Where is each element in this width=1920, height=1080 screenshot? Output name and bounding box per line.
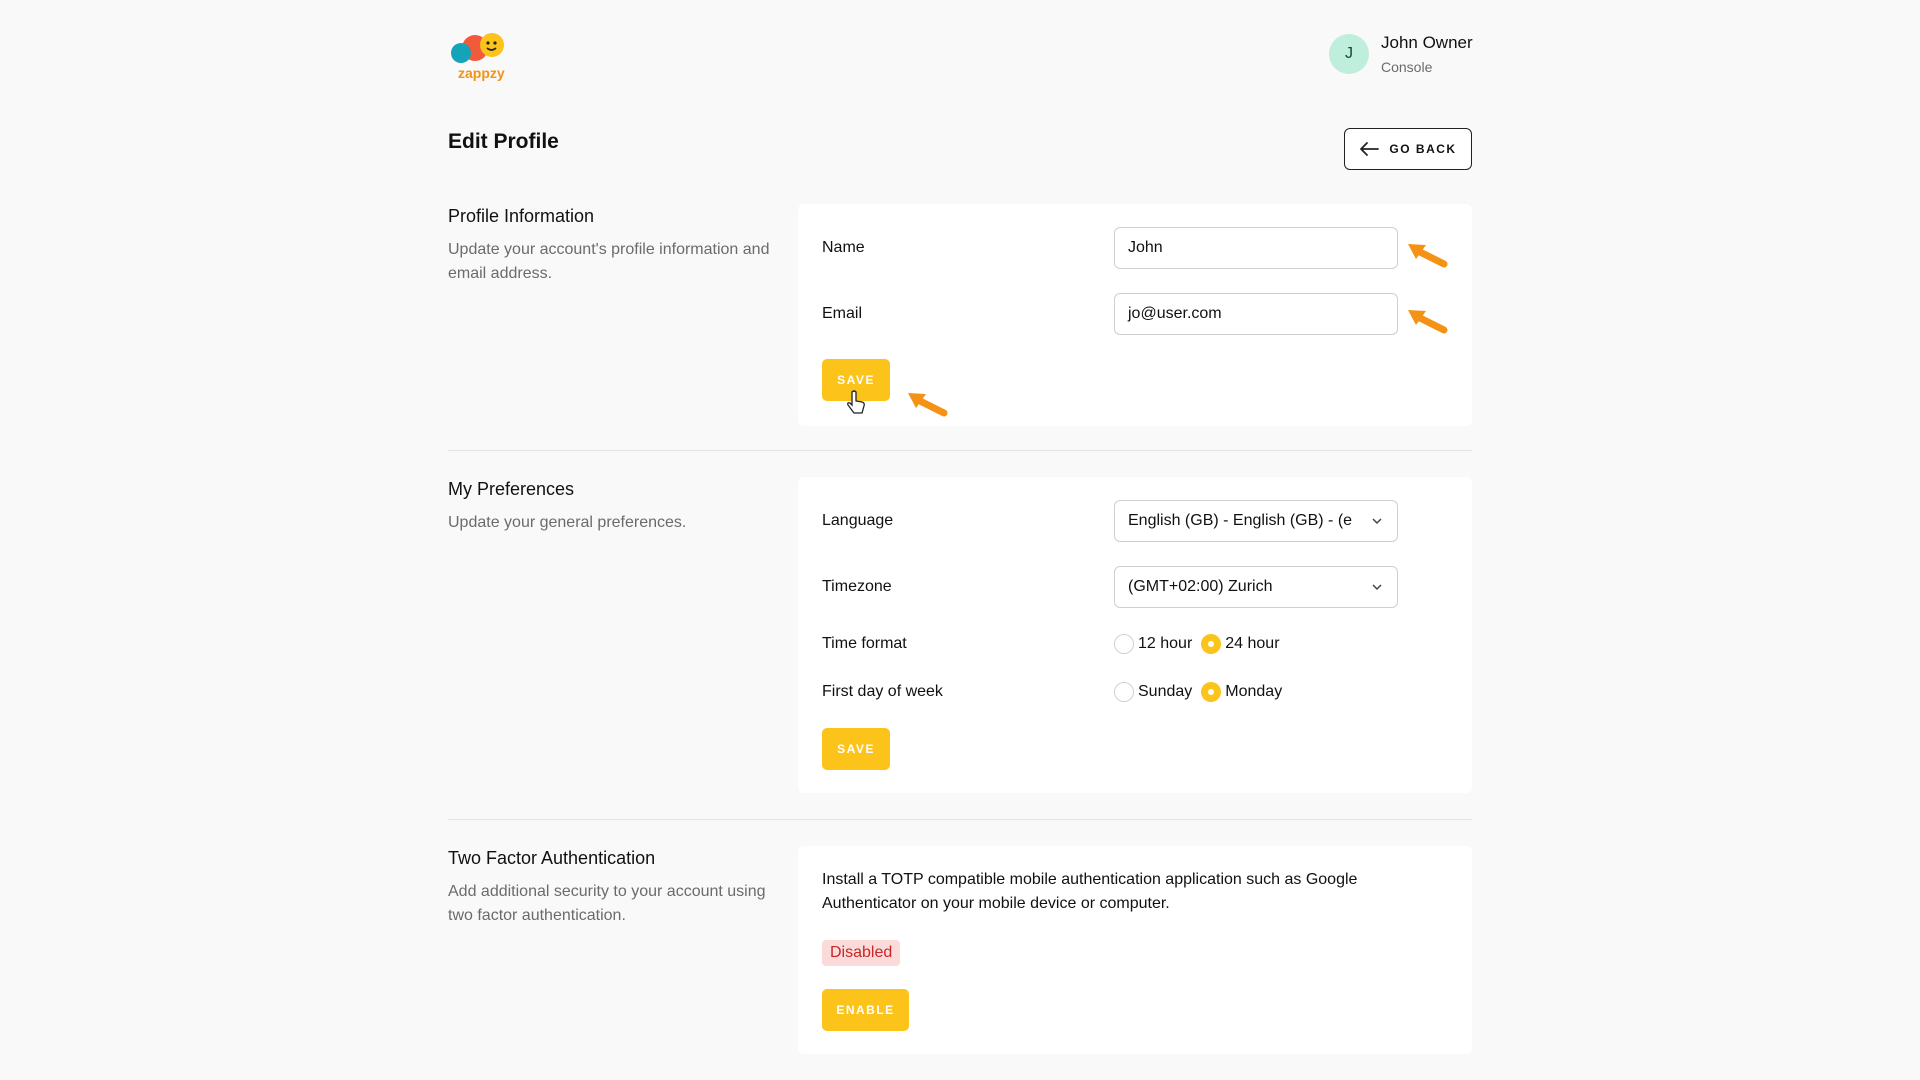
preferences-section-description: Update your general preferences. — [448, 514, 687, 531]
profile-section-title: Profile Information — [448, 206, 595, 226]
section-divider — [448, 450, 1472, 451]
two-factor-info: Install a TOTP compatible mobile authent… — [822, 871, 1358, 912]
preferences-section-title: My Preferences — [448, 479, 575, 499]
radio-sunday[interactable] — [1114, 682, 1134, 702]
user-name: John Owner — [1381, 33, 1473, 52]
profile-section-description: Update your account's profile informatio… — [448, 241, 770, 282]
avatar: J — [1329, 34, 1369, 74]
two-factor-section-title: Two Factor Authentication — [448, 848, 656, 868]
user-menu[interactable]: J John Owner Console — [1329, 33, 1473, 75]
timezone-label: Timezone — [822, 578, 892, 595]
radio-label-sunday: Sunday — [1138, 683, 1193, 700]
preferences-save-button[interactable]: SAVE — [822, 728, 890, 770]
chevron-down-icon — [1372, 518, 1382, 525]
name-label: Name — [822, 239, 865, 256]
chevron-down-icon — [1372, 584, 1382, 591]
annotation-arrow-icon — [1408, 244, 1448, 268]
language-select[interactable]: English (GB) - English (GB) - (e — [1114, 500, 1398, 542]
page-title: Edit Profile — [448, 130, 559, 153]
radio-label-12-hour: 12 hour — [1138, 635, 1193, 652]
annotation-arrow-icon — [1408, 310, 1448, 334]
first-day-radio-group: Sunday Monday — [1114, 682, 1291, 702]
section-divider — [448, 819, 1472, 820]
email-label: Email — [822, 305, 863, 322]
go-back-button[interactable]: GO BACK — [1344, 128, 1472, 170]
annotation-arrow-icon — [908, 393, 948, 417]
name-field[interactable]: John — [1114, 227, 1398, 269]
user-role: Console — [1381, 59, 1433, 75]
arrow-left-icon — [1360, 142, 1380, 156]
time-format-radio-group: 12 hour 24 hour — [1114, 634, 1289, 654]
timezone-value: (GMT+02:00) Zurich — [1128, 578, 1273, 595]
timezone-select[interactable]: (GMT+02:00) Zurich — [1114, 566, 1398, 608]
radio-label-24-hour: 24 hour — [1225, 635, 1280, 652]
first-day-label: First day of week — [822, 683, 943, 700]
logo-wordmark: zappzy — [458, 65, 505, 81]
two-factor-section-description: Add additional security to your account … — [448, 883, 766, 924]
time-format-label: Time format — [822, 635, 907, 652]
radio-24-hour[interactable] — [1201, 634, 1222, 654]
go-back-label: GO BACK — [1389, 142, 1457, 156]
email-field[interactable]: jo@user.com — [1114, 293, 1398, 335]
zappzy-logo[interactable]: zappzy — [447, 30, 517, 82]
pointer-cursor-icon — [847, 390, 865, 414]
enable-two-factor-button[interactable]: ENABLE — [822, 989, 909, 1031]
language-label: Language — [822, 512, 894, 529]
radio-monday[interactable] — [1201, 682, 1222, 702]
language-value: English (GB) - English (GB) - (e — [1128, 512, 1353, 529]
status-badge: Disabled — [822, 940, 901, 966]
radio-12-hour[interactable] — [1114, 634, 1134, 654]
radio-label-monday: Monday — [1225, 683, 1283, 700]
